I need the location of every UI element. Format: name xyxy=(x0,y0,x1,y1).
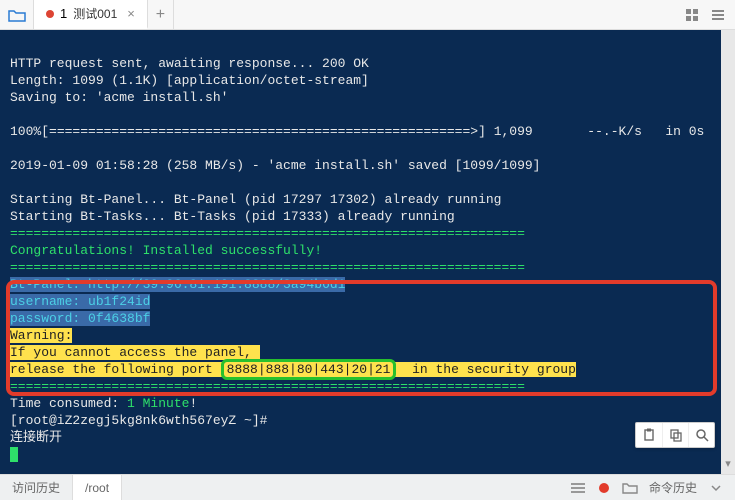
out-line: 2019-01-09 01:58:28 (258 MB/s) - 'acme i… xyxy=(10,158,541,173)
tab-active[interactable]: 1 测试001 × xyxy=(34,0,148,29)
view-mode-group xyxy=(675,0,735,29)
out-line: Saving to: 'acme install.sh' xyxy=(10,90,228,105)
out-line: 100%[===================================… xyxy=(10,124,704,139)
terminal[interactable]: HTTP request sent, awaiting response... … xyxy=(0,30,735,474)
terminal-content: HTTP request sent, awaiting response... … xyxy=(0,30,735,474)
record-button[interactable] xyxy=(593,478,615,498)
folder-icon xyxy=(622,482,638,494)
chevron-down-icon[interactable]: ▾ xyxy=(721,453,735,474)
search-button[interactable] xyxy=(688,423,714,447)
chevron-down-icon xyxy=(711,483,721,493)
grid-view-button[interactable] xyxy=(681,4,703,26)
footer-tab-history[interactable]: 访问历史 xyxy=(0,475,73,500)
out-line: Length: 1099 (1.1K) [application/octet-s… xyxy=(10,73,369,88)
clipboard-icon xyxy=(642,428,656,442)
footer-tools: 命令历史 xyxy=(559,475,735,500)
separator-line: ========================================… xyxy=(10,226,525,241)
unsaved-dot-icon xyxy=(46,10,54,18)
footer-bar: 访问历史 /root 命令历史 xyxy=(0,474,735,500)
out-line: HTTP request sent, awaiting response... … xyxy=(10,56,369,71)
copy-icon xyxy=(669,428,683,442)
tab-title: 测试001 xyxy=(73,5,117,22)
footer-tab-path[interactable]: /root xyxy=(73,474,122,500)
new-tab-button[interactable]: + xyxy=(148,0,174,29)
record-icon xyxy=(598,482,610,494)
grid-icon xyxy=(685,8,699,22)
tab-close-button[interactable]: × xyxy=(127,6,135,21)
terminal-toolbox xyxy=(635,422,715,448)
list-icon xyxy=(711,8,725,22)
terminal-cursor xyxy=(10,447,18,462)
clipboard-button[interactable] xyxy=(636,423,662,447)
history-list-icon xyxy=(571,482,585,494)
out-line: Starting Bt-Panel... Bt-Panel (pid 17297… xyxy=(10,192,501,207)
search-icon xyxy=(695,428,709,442)
disconnect-line: 连接断开 xyxy=(10,430,62,445)
folder-icon xyxy=(8,8,26,22)
title-bar: 1 测试001 × + xyxy=(0,0,735,30)
annotation-red-box xyxy=(6,280,717,396)
prompt-line: [root@iZ2zegj5kg8nk6wth567eyZ ~]# xyxy=(10,413,267,428)
list-view-button[interactable] xyxy=(707,4,729,26)
time-line: Time consumed: 1 Minute! xyxy=(10,396,197,411)
open-folder-button[interactable] xyxy=(0,0,34,29)
more-menu-button[interactable] xyxy=(705,478,727,498)
history-list-button[interactable] xyxy=(567,478,589,498)
scroll-strip[interactable]: ▾ xyxy=(721,30,735,474)
toolbar-spacer xyxy=(174,0,675,29)
congrats-line: Congratulations! Installed successfully! xyxy=(10,243,322,258)
separator-line: ========================================… xyxy=(10,260,525,275)
tab-number: 1 xyxy=(60,6,67,21)
folder-footer-button[interactable] xyxy=(619,478,641,498)
copy-button[interactable] xyxy=(662,423,688,447)
out-line: Starting Bt-Tasks... Bt-Tasks (pid 17333… xyxy=(10,209,455,224)
command-history-label[interactable]: 命令历史 xyxy=(645,478,701,498)
